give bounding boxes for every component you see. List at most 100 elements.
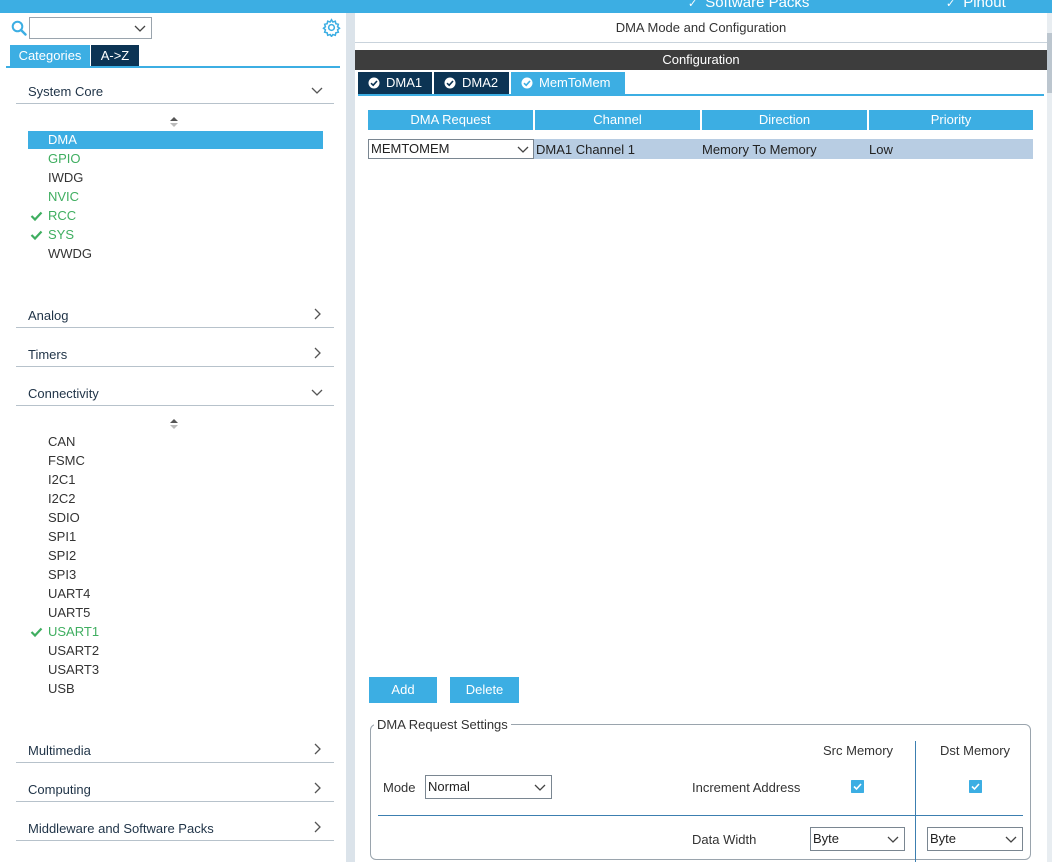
pinout-menu[interactable]: ✓ Pinout (946, 0, 1006, 11)
list-item-label: IWDG (48, 170, 84, 185)
settings-divider-horizontal (378, 815, 1023, 816)
scrollbar[interactable] (1047, 13, 1052, 862)
list-item[interactable]: RCC (28, 207, 323, 225)
col-header-direction[interactable]: Direction (702, 110, 867, 130)
page-title: DMA Mode and Configuration (355, 13, 1047, 43)
tab-categories[interactable]: Categories (10, 45, 90, 66)
chevron-right-icon (314, 782, 321, 794)
check-circle-icon (444, 77, 456, 89)
list-item[interactable]: USB (28, 680, 323, 698)
list-item[interactable]: FSMC (28, 452, 323, 470)
src-data-width-select[interactable]: Byte (810, 827, 905, 851)
section-label: Timers (28, 347, 68, 362)
section-label: System Core (28, 84, 104, 99)
tab-a-z[interactable]: A->Z (91, 45, 139, 66)
list-item-label: NVIC (48, 189, 80, 204)
scrollbar-thumb[interactable] (1047, 33, 1052, 93)
list-item[interactable]: IWDG (28, 169, 323, 187)
list-item-label: CAN (48, 434, 76, 449)
pinout-label: Pinout (963, 0, 1006, 11)
section-multimedia[interactable]: Multimedia (16, 739, 334, 763)
list-item-label: USB (48, 681, 75, 696)
section-system-core[interactable]: System Core (16, 80, 334, 104)
col-header-channel[interactable]: Channel (535, 110, 700, 130)
section-label: Middleware and Software Packs (28, 821, 214, 836)
section-middleware[interactable]: Middleware and Software Packs (16, 817, 334, 841)
mode-select[interactable]: Normal (425, 775, 552, 799)
chevron-down-icon (311, 389, 323, 396)
section-timers[interactable]: Timers (16, 343, 334, 367)
channel-cell: DMA1 Channel 1 (536, 142, 635, 157)
list-item[interactable]: SDIO (28, 509, 323, 527)
check-circle-icon (368, 77, 380, 89)
check-circle-icon (521, 77, 533, 89)
dma-request-select[interactable]: MEMTOMEM (368, 139, 534, 159)
list-item-label: SPI2 (48, 548, 77, 563)
list-item[interactable]: USART2 (28, 642, 323, 660)
section-analog[interactable]: Analog (16, 304, 334, 328)
sort-icon[interactable] (168, 116, 180, 128)
list-item[interactable]: DMA (28, 131, 323, 149)
mode-value: Normal (428, 779, 470, 794)
direction-cell: Memory To Memory (702, 142, 817, 157)
list-item[interactable]: I2C1 (28, 471, 323, 489)
delete-button[interactable]: Delete (450, 677, 519, 703)
chevron-down-icon (887, 836, 899, 843)
list-item[interactable]: USART3 (28, 661, 323, 679)
chevron-right-icon (314, 743, 321, 755)
software-packs-label: Software Packs (705, 0, 810, 11)
list-item[interactable]: GPIO (28, 150, 323, 168)
search-icon[interactable] (11, 20, 27, 36)
list-item-label: UART5 (48, 605, 91, 620)
chevron-down-icon: ✓ (946, 0, 956, 10)
tab-label: DMA2 (462, 75, 499, 90)
dst-data-width-select[interactable]: Byte (927, 827, 1023, 851)
list-item[interactable]: WWDG (28, 245, 323, 263)
list-item[interactable]: I2C2 (28, 490, 323, 508)
tab-label: DMA1 (386, 75, 423, 90)
add-button[interactable]: Add (369, 677, 437, 703)
section-computing[interactable]: Computing (16, 778, 334, 802)
software-packs-menu[interactable]: ✓ Software Packs (688, 0, 809, 11)
tab-underline (6, 66, 340, 68)
list-item[interactable]: CAN (28, 433, 323, 451)
dma-request-value: MEMTOMEM (371, 141, 450, 156)
dma-config-panel: DMA Mode and Configuration Configuration… (355, 13, 1052, 862)
list-item[interactable]: UART4 (28, 585, 323, 603)
search-combo[interactable] (29, 17, 152, 39)
list-item-label: GPIO (48, 151, 81, 166)
dst-increment-checkbox[interactable] (969, 780, 982, 793)
col-header-dma-request[interactable]: DMA Request (368, 110, 533, 130)
increment-address-label: Increment Address (692, 780, 801, 795)
src-increment-checkbox[interactable] (851, 780, 864, 793)
list-item-label: I2C1 (48, 472, 76, 487)
list-item[interactable]: USART1 (28, 623, 323, 641)
tab-dma1[interactable]: DMA1 (358, 72, 432, 94)
list-item-label: FSMC (48, 453, 85, 468)
list-item[interactable]: SYS (28, 226, 323, 244)
check-icon (30, 230, 43, 241)
list-item-label: RCC (48, 208, 77, 223)
list-item[interactable]: SPI2 (28, 547, 323, 565)
list-item-label: USART2 (48, 643, 100, 658)
section-label: Connectivity (28, 386, 99, 401)
list-item-label: UART4 (48, 586, 91, 601)
list-item[interactable]: SPI3 (28, 566, 323, 584)
top-menu-bar: ✓ Software Packs ✓ Pinout (0, 0, 1052, 13)
list-item-label: SYS (48, 227, 75, 242)
tab-memtomem[interactable]: MemToMem (511, 72, 625, 94)
col-header-priority[interactable]: Priority (869, 110, 1033, 130)
list-item[interactable]: UART5 (28, 604, 323, 622)
section-connectivity[interactable]: Connectivity (16, 382, 334, 406)
tab-dma2[interactable]: DMA2 (434, 72, 509, 94)
chevron-down-icon (517, 146, 529, 153)
check-icon (30, 627, 43, 638)
section-label: Multimedia (28, 743, 91, 758)
sort-icon[interactable] (168, 418, 180, 430)
tab-label: MemToMem (539, 75, 611, 90)
list-item[interactable]: NVIC (28, 188, 323, 206)
list-item-label: USART3 (48, 662, 100, 677)
list-item[interactable]: SPI1 (28, 528, 323, 546)
panel-splitter[interactable] (346, 13, 355, 862)
gear-icon[interactable] (322, 18, 341, 37)
